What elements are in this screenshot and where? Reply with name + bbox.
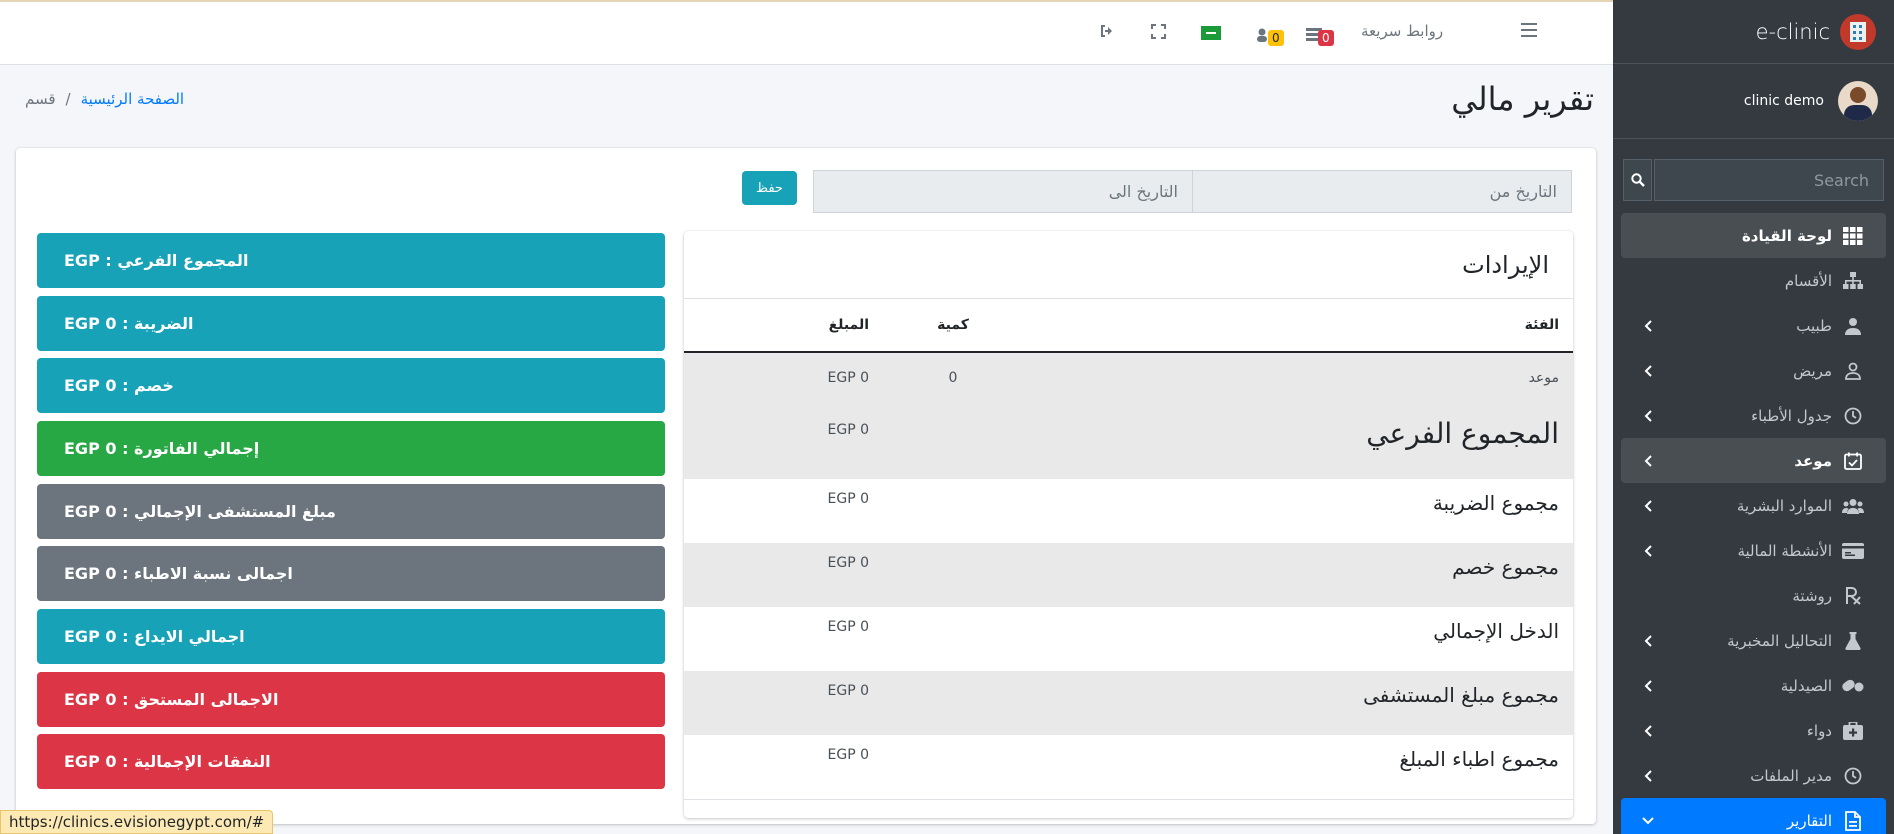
- summary-deposit-total[interactable]: اجمالي الايداع : EGP 0: [37, 609, 665, 664]
- users-button[interactable]: 0: [1256, 24, 1284, 46]
- table-row: مجموع اطباء المبلغ EGP 0: [684, 735, 1573, 799]
- user-icon: [1842, 360, 1864, 382]
- sidebar-item-doctor-schedule[interactable]: جدول الأطباء: [1621, 393, 1886, 438]
- language-flag-icon[interactable]: [1201, 26, 1221, 40]
- medkit-icon: [1842, 720, 1864, 742]
- chevron-left-icon: [1641, 319, 1655, 333]
- clock-icon: [1842, 405, 1864, 427]
- chevron-left-icon: [1641, 769, 1655, 783]
- summary-tax[interactable]: الضريبة : EGP 0: [37, 296, 665, 351]
- summary-expenses-total[interactable]: النفقات الإجمالية : EGP 0: [37, 734, 665, 789]
- column-header-qty: كمية: [883, 299, 1023, 353]
- search-icon: [1630, 173, 1645, 187]
- summary-doctors-share[interactable]: اجمالى نسبة الاطباء : EGP 0: [37, 546, 665, 601]
- table-row: الدخل الإجمالي EGP 0: [827, 619, 1560, 643]
- revenue-header: الإيرادات: [684, 231, 1573, 299]
- summary-discount[interactable]: خصم : EGP 0: [37, 358, 665, 413]
- table-row: مجموع الضريبة EGP 0: [827, 491, 1560, 515]
- chevron-left-icon: [1641, 454, 1655, 468]
- save-button[interactable]: حفظ: [742, 171, 797, 205]
- sidebar-item-doctor[interactable]: طبيب: [1621, 303, 1886, 348]
- sidebar-item-patient[interactable]: مريض: [1621, 348, 1886, 393]
- column-header-category: الفئة: [1023, 299, 1573, 353]
- flask-icon: [1842, 630, 1864, 652]
- page-title: تقرير مالي: [1451, 80, 1594, 118]
- users-badge: 0: [1268, 30, 1284, 46]
- quick-links[interactable]: روابط سريعة: [1361, 22, 1443, 40]
- chevron-left-icon: [1641, 634, 1655, 648]
- users-icon: [1842, 495, 1864, 517]
- brand-name: e-clinic: [1755, 19, 1830, 44]
- table-row: المجموع الفرعي EGP 0: [684, 405, 1573, 479]
- sidebar-item-medicine[interactable]: دواء: [1621, 708, 1886, 753]
- revenue-card: الإيرادات الفئة كمية المبلغ موعد 0 EGP 0…: [684, 231, 1573, 818]
- doctor-icon: [1842, 315, 1864, 337]
- summary-due-total[interactable]: الاجمالى المستحق : EGP 0: [37, 672, 665, 727]
- chevron-left-icon: [1641, 679, 1655, 693]
- date-to-input[interactable]: [813, 170, 1193, 213]
- chevron-left-icon: [1641, 499, 1655, 513]
- table-row: موعد 0 EGP 0: [684, 352, 1573, 405]
- grid-icon: [1842, 225, 1864, 247]
- column-header-amount: المبلغ: [684, 299, 883, 353]
- breadcrumb-home-link[interactable]: الصفحة الرئيسية: [81, 90, 185, 108]
- breadcrumb-current: قسم: [25, 90, 56, 108]
- brand[interactable]: e-clinic: [1613, 0, 1894, 64]
- sidebar-item-finance[interactable]: الأنشطة المالية: [1621, 528, 1886, 573]
- status-url: https://clinics.evisionegypt.com/#: [0, 810, 274, 834]
- revenue-title: الإيرادات: [1462, 250, 1549, 279]
- breadcrumb: قسم / الصفحة الرئيسية: [25, 90, 184, 108]
- sidebar-item-prescription[interactable]: روشتة: [1621, 573, 1886, 618]
- sidebar-item-dashboard[interactable]: لوحة القيادة: [1621, 213, 1886, 258]
- sidebar-item-lab-tests[interactable]: التحاليل المخبرية: [1621, 618, 1886, 663]
- chevron-left-icon: [1641, 364, 1655, 378]
- date-from-input[interactable]: [1192, 170, 1572, 213]
- credit-card-icon: [1842, 540, 1864, 562]
- chevron-left-icon: [1641, 409, 1655, 423]
- sidebar-search: [1623, 159, 1884, 201]
- menu-toggle-icon[interactable]: [1521, 22, 1539, 38]
- summary-hospital-total[interactable]: مبلغ المستشفى الإجمالي : EGP 0: [37, 484, 665, 539]
- breadcrumb-separator: /: [65, 90, 71, 108]
- notifications-badge: 0: [1318, 30, 1334, 46]
- user-panel[interactable]: clinic demo: [1613, 64, 1894, 139]
- notifications-button[interactable]: 0: [1306, 24, 1334, 46]
- sidebar-item-file-manager[interactable]: مدير الملفات: [1621, 753, 1886, 798]
- search-button[interactable]: [1623, 159, 1652, 201]
- sitemap-icon: [1842, 270, 1864, 292]
- sidebar: e-clinic clinic demo لوحة القيادة الأقسا…: [1613, 0, 1894, 834]
- pills-icon: [1842, 675, 1864, 697]
- hospital-logo-icon: [1840, 13, 1876, 50]
- table-row: مجموع مبلغ المستشفى EGP 0: [684, 671, 1573, 735]
- chevron-left-icon: [1641, 724, 1655, 738]
- fullscreen-icon[interactable]: [1151, 24, 1166, 39]
- table-row: مجموع خصم EGP 0: [684, 543, 1573, 607]
- search-input[interactable]: [1654, 159, 1884, 201]
- chevron-left-icon: [1641, 544, 1655, 558]
- avatar: [1838, 81, 1878, 121]
- top-navbar: روابط سريعة 0 0: [0, 0, 1613, 65]
- file-report-icon: [1842, 810, 1864, 832]
- sidebar-item-departments[interactable]: الأقسام: [1621, 258, 1886, 303]
- sidebar-item-appointment[interactable]: موعد: [1621, 438, 1886, 483]
- logout-icon[interactable]: [1099, 24, 1115, 38]
- revenue-table: الفئة كمية المبلغ موعد 0 EGP 0 المجموع ا…: [684, 299, 1573, 800]
- prescription-icon: [1842, 585, 1864, 607]
- sidebar-item-reports[interactable]: التقارير: [1621, 798, 1886, 834]
- calendar-check-icon: [1842, 450, 1864, 472]
- user-name: clinic demo: [1743, 93, 1824, 109]
- sidebar-item-pharmacy[interactable]: الصيدلية: [1621, 663, 1886, 708]
- summary-subtotal[interactable]: المجموع الفرعي : EGP: [37, 233, 665, 288]
- chevron-down-icon: [1641, 814, 1655, 828]
- summary-invoice-total[interactable]: إجمالي الفاتورة : EGP 0: [37, 421, 665, 476]
- sidebar-item-hr[interactable]: الموارد البشرية: [1621, 483, 1886, 528]
- clock-icon: [1842, 765, 1864, 787]
